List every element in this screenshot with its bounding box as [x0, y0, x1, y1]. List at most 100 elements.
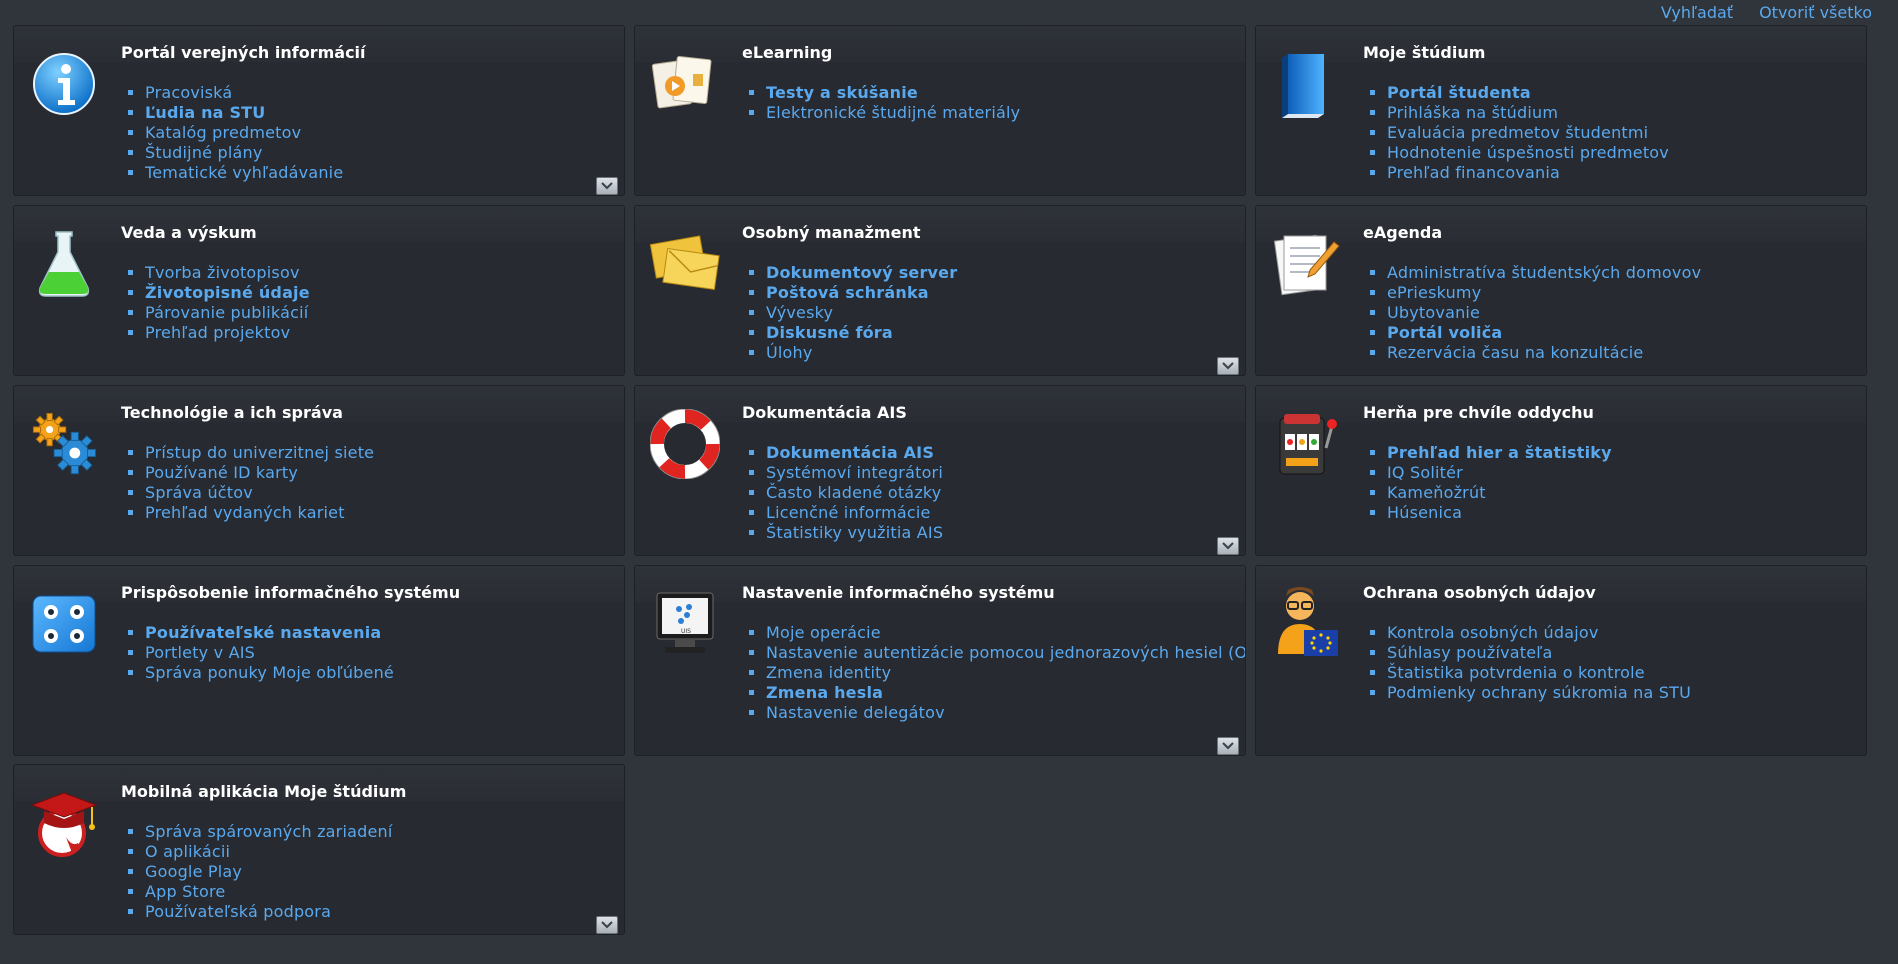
panel-link[interactable]: Správa spárovaných zariadení [145, 822, 393, 841]
panel-link[interactable]: Elektronické študijné materiály [766, 103, 1020, 122]
panel-link-item: Prehľad financovania [1387, 163, 1866, 183]
expand-panel-button[interactable] [1217, 357, 1239, 375]
panel-link-item: Ubytovanie [1387, 303, 1866, 323]
panel-title: Technológie a ich správa [121, 403, 343, 422]
panel-link[interactable]: Často kladené otázky [766, 483, 941, 502]
panel-link[interactable]: Kontrola osobných údajov [1387, 623, 1599, 642]
panel-link[interactable]: Správa účtov [145, 483, 253, 502]
expand-panel-button[interactable] [596, 177, 618, 195]
panel-link-item: Úlohy [766, 343, 1245, 363]
panel-link[interactable]: Správa ponuky Moje obľúbené [145, 663, 394, 682]
chevron-down-icon [1222, 742, 1234, 750]
panel-link[interactable]: Hodnotenie úspešnosti predmetov [1387, 143, 1669, 162]
panel-link-item: Poštová schránka [766, 283, 1245, 303]
panel-link[interactable]: Pracoviská [145, 83, 232, 102]
panel-link-item: Rezervácia času na konzultácie [1387, 343, 1866, 363]
panel-link[interactable]: Používateľské nastavenia [145, 623, 381, 642]
book-icon [1270, 48, 1342, 120]
panel-link[interactable]: Húsenica [1387, 503, 1462, 522]
panel-link[interactable]: Používané ID karty [145, 463, 298, 482]
panel-link[interactable]: Portál voliča [1387, 323, 1502, 342]
panel-link[interactable]: Prihláška na štúdium [1387, 103, 1558, 122]
panel-link[interactable]: Súhlasy používateľa [1387, 643, 1553, 662]
panel-link-item: Portál voliča [1387, 323, 1866, 343]
panel-link-list: Kontrola osobných údajovSúhlasy používat… [1363, 623, 1866, 703]
app-panel: Mobilná aplikácia Moje štúdium Správa spá… [13, 764, 625, 935]
app-panel: Moje štúdium Portál študentaPrihláška na … [1255, 25, 1867, 196]
panel-link[interactable]: O aplikácii [145, 842, 230, 861]
panel-link[interactable]: ePrieskumy [1387, 283, 1481, 302]
panel-link[interactable]: Vývesky [766, 303, 833, 322]
panel-link[interactable]: Evaluácia predmetov študentmi [1387, 123, 1648, 142]
panel-link-list: Správa spárovaných zariadeníO aplikáciiG… [121, 822, 624, 922]
panel-link-item: Húsenica [1387, 503, 1866, 523]
panel-link[interactable]: Štatistika potvrdenia o kontrole [1387, 663, 1645, 682]
panel-link-list: Moje operácieNastavenie autentizácie pom… [742, 623, 1245, 723]
panel-link[interactable]: Tematické vyhľadávanie [145, 163, 343, 182]
panel-title: eAgenda [1363, 223, 1443, 242]
panel-link[interactable]: Tvorba životopisov [145, 263, 300, 282]
search-link[interactable]: Vyhľadať [1661, 3, 1733, 22]
panel-link-item: Kameňožrút [1387, 483, 1866, 503]
panel-link[interactable]: Portlety v AIS [145, 643, 255, 662]
svg-text:UIS: UIS [681, 628, 691, 635]
panel-link[interactable]: Dokumentový server [766, 263, 957, 282]
panel-link[interactable]: Poštová schránka [766, 283, 929, 302]
panel-link[interactable]: Licenčné informácie [766, 503, 931, 522]
panel-link[interactable]: Dokumentácia AIS [766, 443, 934, 462]
panel-link-item: Portlety v AIS [145, 643, 624, 663]
panel-link[interactable]: Nastavenie autentizácie pomocou jednoraz… [766, 643, 1245, 662]
panel-link[interactable]: Prehľad hier a štatistiky [1387, 443, 1612, 462]
app-panel: Technológie a ich správa Prístup do unive… [13, 385, 625, 556]
panel-link[interactable]: IQ Solitér [1387, 463, 1463, 482]
panel-link[interactable]: Prístup do univerzitnej siete [145, 443, 374, 462]
panel-link-item: Nastavenie delegátov [766, 703, 1245, 723]
panel-link[interactable]: Kameňožrút [1387, 483, 1486, 502]
panel-link[interactable]: Študijné plány [145, 143, 263, 162]
panel-link-item: Moje operácie [766, 623, 1245, 643]
panel-link[interactable]: Podmienky ochrany súkromia na STU [1387, 683, 1691, 702]
panel-link[interactable]: Zmena hesla [766, 683, 883, 702]
panel-link-item: Súhlasy používateľa [1387, 643, 1866, 663]
panel-header-bar [635, 26, 1245, 62]
expand-panel-button[interactable] [596, 916, 618, 934]
expand-panel-button[interactable] [1217, 537, 1239, 555]
panel-link-item: Správa účtov [145, 483, 624, 503]
panel-link-item: Zmena hesla [766, 683, 1245, 703]
chevron-down-icon [601, 921, 613, 929]
panel-link[interactable]: Štatistiky využitia AIS [766, 523, 943, 542]
panel-link[interactable]: Prehľad vydaných kariet [145, 503, 345, 522]
panel-link[interactable]: Moje operácie [766, 623, 881, 642]
panel-link[interactable]: App Store [145, 882, 225, 901]
panel-link[interactable]: Google Play [145, 862, 242, 881]
app-panel: Herňa pre chvíle oddychu Prehľad hier a š… [1255, 385, 1867, 556]
panel-link[interactable]: Úlohy [766, 343, 813, 362]
panel-link[interactable]: Prehľad financovania [1387, 163, 1560, 182]
panel-link[interactable]: Rezervácia času na konzultácie [1387, 343, 1643, 362]
expand-panel-button[interactable] [1217, 737, 1239, 755]
panel-link[interactable]: Systémoví integrátori [766, 463, 943, 482]
panel-link[interactable]: Diskusné fóra [766, 323, 893, 342]
panel-link[interactable]: Životopisné údaje [145, 283, 310, 302]
panel-link[interactable]: Ubytovanie [1387, 303, 1480, 322]
panel-link[interactable]: Ľudia na STU [145, 103, 265, 122]
panel-link[interactable]: Katalóg predmetov [145, 123, 301, 142]
open-all-link[interactable]: Otvoriť všetko [1759, 3, 1872, 22]
panel-link[interactable]: Prehľad projektov [145, 323, 290, 342]
panel-link[interactable]: Nastavenie delegátov [766, 703, 945, 722]
panel-link-item: Evaluácia predmetov študentmi [1387, 123, 1866, 143]
panel-link[interactable]: Portál študenta [1387, 83, 1531, 102]
panel-link-list: PracoviskáĽudia na STUKatalóg predmetovŠ… [121, 83, 624, 183]
panel-title: Dokumentácia AIS [742, 403, 907, 422]
chevron-down-icon [1222, 542, 1234, 550]
panel-link[interactable]: Testy a skúšanie [766, 83, 918, 102]
panel-link[interactable]: Párovanie publikácií [145, 303, 308, 322]
notepad-icon [1270, 228, 1342, 300]
panel-link[interactable]: Administratíva študentských domovov [1387, 263, 1701, 282]
panel-title: Veda a výskum [121, 223, 257, 242]
panel-link-item: Testy a skúšanie [766, 83, 1245, 103]
panel-link-item: Hodnotenie úspešnosti predmetov [1387, 143, 1866, 163]
panel-link[interactable]: Používateľská podpora [145, 902, 331, 921]
panel-link-list: Dokumentový serverPoštová schránkaVývesk… [742, 263, 1245, 363]
panel-link[interactable]: Zmena identity [766, 663, 891, 682]
